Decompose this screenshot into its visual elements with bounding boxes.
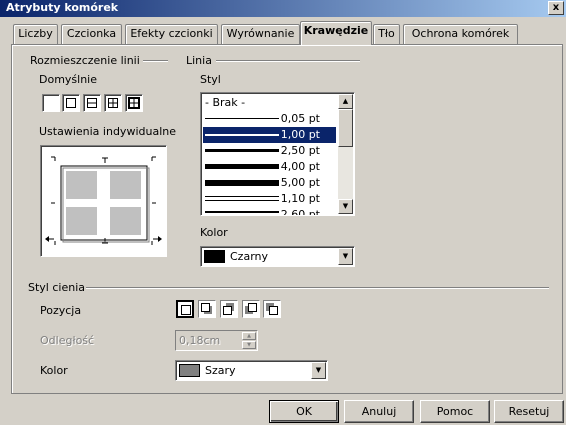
cancel-button[interactable]: Anuluj [344, 400, 414, 423]
chevron-down-icon[interactable]: ▼ [311, 362, 326, 379]
group-separator [216, 60, 360, 62]
scroll-down-button[interactable]: ▼ [338, 199, 353, 214]
line-style-item[interactable]: 2,60 pt [203, 207, 336, 215]
help-button[interactable]: Pomoc [420, 400, 490, 423]
scrollbar[interactable]: ▲ ▼ [338, 94, 353, 214]
preset-outer-box[interactable] [62, 94, 80, 112]
preset-outer-horizontal[interactable] [83, 94, 101, 112]
ok-button[interactable]: OK [269, 400, 339, 423]
shadow-color-label: Kolor [40, 364, 68, 377]
reset-button[interactable]: Resetuj [494, 400, 564, 423]
window-title-bar: Atrybuty komórek [0, 0, 566, 17]
shadow-bottom-right-icon [201, 303, 212, 314]
color-swatch [179, 364, 200, 377]
group-separator [86, 287, 549, 289]
line-sample [205, 211, 279, 213]
line-style-item[interactable]: 5,00 pt [203, 175, 336, 191]
border-preview-canvas [45, 156, 162, 245]
shadow-position-top-left[interactable] [263, 300, 281, 318]
tab-borders[interactable]: Krawędzie [300, 21, 372, 45]
border-preview[interactable] [40, 145, 167, 257]
line-style-list[interactable]: - Brak - 0,05 pt 1,00 pt 2,50 pt 4,00 pt… [200, 92, 355, 216]
distance-spinner[interactable]: 0,18cm ▲ ▼ [175, 330, 258, 351]
line-title: Linia [186, 54, 212, 67]
preset-none[interactable] [42, 94, 60, 112]
style-label: Styl [200, 73, 221, 86]
shadow-color-select[interactable]: Szary ▼ [175, 360, 328, 381]
shadow-position-bottom-left[interactable] [242, 300, 260, 318]
shadow-position-bottom-right[interactable] [198, 300, 216, 318]
tab-font[interactable]: Czcionka [61, 24, 122, 44]
line-style-item[interactable]: 4,00 pt [203, 159, 336, 175]
distance-label: Odległość [40, 334, 95, 347]
line-sample [205, 180, 279, 186]
tab-alignment[interactable]: Wyrównanie [221, 24, 300, 44]
line-sample [205, 196, 279, 197]
line-style-item[interactable]: 1,10 pt [203, 191, 336, 207]
line-sample [205, 149, 279, 152]
preset-all-lines[interactable] [104, 94, 122, 112]
group-separator [143, 60, 168, 62]
custom-settings-label: Ustawienia indywidualne [39, 125, 176, 138]
shadow-top-left-icon [266, 303, 278, 315]
spin-down-icon[interactable]: ▼ [242, 341, 256, 349]
border-all-icon [108, 98, 118, 108]
tab-background[interactable]: Tło [373, 24, 400, 44]
line-sample [205, 134, 279, 136]
shadow-style-title: Styl cienia [28, 281, 85, 294]
close-button[interactable]: x [548, 1, 564, 15]
scroll-up-button[interactable]: ▲ [338, 94, 353, 109]
tab-font-effects[interactable]: Efekty czcionki [125, 24, 218, 44]
line-sample [205, 118, 279, 119]
spin-up-icon[interactable]: ▲ [242, 332, 256, 340]
line-color-label: Kolor [200, 226, 228, 239]
border-box-icon [66, 98, 76, 108]
line-style-item-selected[interactable]: 1,00 pt [203, 127, 336, 143]
border-grid-icon [128, 97, 140, 109]
line-sample [205, 200, 279, 201]
tab-numbers[interactable]: Liczby [13, 24, 58, 44]
shadow-bottom-left-icon [245, 303, 257, 314]
line-arrangement-title: Rozmieszczenie linii [30, 54, 140, 67]
line-sample [205, 164, 279, 169]
no-shadow-icon [181, 305, 191, 315]
line-color-select[interactable]: Czarny ▼ [200, 246, 355, 267]
chevron-down-icon[interactable]: ▼ [338, 248, 353, 265]
shadow-position-top-right[interactable] [220, 300, 238, 318]
border-horizontal-icon [87, 98, 97, 108]
preset-outer-inner-grid[interactable] [125, 94, 143, 112]
position-label: Pozycja [40, 304, 82, 317]
shadow-top-right-icon [223, 303, 234, 315]
tab-cell-protection[interactable]: Ochrona komórek [403, 24, 518, 44]
line-style-none[interactable]: - Brak - [203, 95, 336, 111]
distance-value: 0,18cm [179, 334, 221, 347]
line-style-item[interactable]: 2,50 pt [203, 143, 336, 159]
shadow-position-none[interactable] [176, 300, 194, 318]
scrollbar-thumb[interactable] [338, 109, 353, 147]
line-style-item[interactable]: 0,05 pt [203, 111, 336, 127]
default-label: Domyślnie [39, 73, 98, 86]
window-title: Atrybuty komórek [6, 1, 119, 14]
color-swatch [204, 250, 225, 263]
